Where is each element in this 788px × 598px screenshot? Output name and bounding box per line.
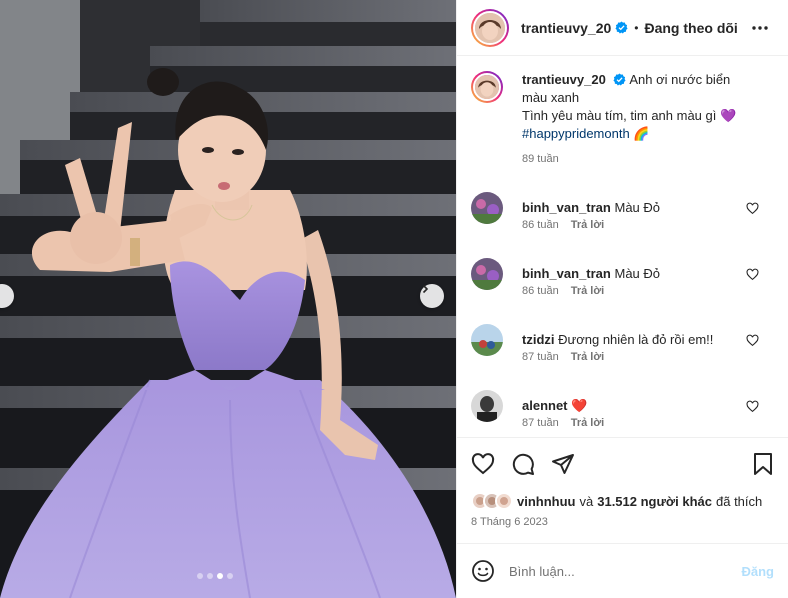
bookmark-icon[interactable] (751, 452, 775, 476)
comment-text: binh_van_tran Màu Đỏ (522, 199, 760, 217)
post-date: 8 Tháng 6 2023 (471, 516, 548, 528)
post-actions: vinhnhuu và 31.512 người khác đã thích 8… (457, 437, 788, 543)
likes-summary[interactable]: vinhnhuu và 31.512 người khác đã thích (471, 492, 762, 510)
reply-button[interactable]: Trả lời (571, 285, 605, 297)
comment-username[interactable]: binh_van_tran (522, 200, 611, 215)
comment-avatar[interactable] (471, 324, 503, 356)
comment-item: tzidzi Đương nhiên là đỏ rồi em!! 87 tuầ… (471, 324, 771, 364)
caption-age: 89 tuần (522, 153, 559, 165)
comment-text: tzidzi Đương nhiên là đỏ rồi em!! (522, 331, 760, 349)
header-separator: • (634, 20, 639, 35)
comment-avatar-image (471, 258, 503, 290)
comment-age: 87 tuần (522, 417, 559, 429)
comment-avatar-image (471, 390, 503, 422)
author-username[interactable]: trantieuvy_20 (521, 20, 611, 36)
reply-button[interactable]: Trả lời (571, 219, 605, 231)
more-icon[interactable] (750, 18, 770, 38)
caption-text: trantieuvy_20 Anh ơi nước biển màu xanh … (522, 71, 747, 143)
carousel-dot (207, 573, 213, 579)
author-avatar-image (475, 12, 505, 43)
liker-username[interactable]: vinhnhuu (517, 494, 576, 509)
comment-avatar-image (471, 324, 503, 356)
comment-meta: 87 tuần Trả lời (522, 351, 604, 363)
comment-content: Đương nhiên là đỏ rồi em!! (558, 332, 714, 347)
carousel-indicator (197, 573, 233, 579)
liker-avatars (471, 492, 513, 510)
likes-suffix: đã thích (716, 493, 763, 509)
caption-username[interactable]: trantieuvy_20 (522, 72, 606, 87)
comment-meta: 87 tuần Trả lời (522, 417, 604, 429)
post-header: trantieuvy_20 • Đang theo dõi (457, 0, 788, 56)
comment-content: Màu Đỏ (614, 266, 661, 281)
caption-avatar-image (475, 75, 499, 99)
heart-icon[interactable] (471, 452, 495, 476)
comment-meta: 86 tuần Trả lời (522, 285, 604, 297)
likes-others-count[interactable]: 31.512 người khác (597, 494, 712, 509)
verified-icon (615, 21, 628, 34)
comments-list[interactable]: trantieuvy_20 Anh ơi nước biển màu xanh … (457, 57, 788, 437)
comment-username[interactable]: tzidzi (522, 332, 555, 347)
comment-item: binh_van_tran Màu Đỏ 86 tuần Trả lời (471, 258, 771, 298)
comment-avatar-image (471, 192, 503, 224)
comment-item: alennet ❤️ 87 tuần Trả lời (471, 390, 771, 430)
comment-like-icon[interactable] (746, 202, 759, 215)
comment-text: binh_van_tran Màu Đỏ (522, 265, 760, 283)
comment-avatar[interactable] (471, 390, 503, 422)
hashtag-link[interactable]: #happypridemonth (522, 126, 630, 141)
rainbow-emoji: 🌈 (633, 126, 650, 141)
comment-avatar[interactable] (471, 258, 503, 290)
comment-icon[interactable] (511, 452, 535, 476)
likes-connector: và (579, 493, 594, 509)
comment-age: 86 tuần (522, 285, 559, 297)
carousel-dot (217, 573, 223, 579)
comment-avatar[interactable] (471, 192, 503, 224)
carousel-dot (197, 573, 203, 579)
comment-age: 87 tuần (522, 351, 559, 363)
comment-composer: Đăng (457, 543, 788, 598)
comment-username[interactable]: binh_van_tran (522, 266, 611, 281)
comment-like-icon[interactable] (746, 334, 759, 347)
comment-text: alennet ❤️ (522, 397, 760, 415)
post-comment-button[interactable]: Đăng (742, 564, 775, 579)
author-avatar[interactable] (471, 8, 509, 47)
comment-like-icon[interactable] (746, 268, 759, 281)
comment-input[interactable] (509, 563, 709, 579)
carousel-dot (227, 573, 233, 579)
comment-like-icon[interactable] (746, 400, 759, 413)
liker-avatar (495, 492, 513, 510)
caption-meta: 89 tuần (522, 153, 559, 165)
comment-username[interactable]: alennet (522, 398, 568, 413)
chevron-right-icon (422, 284, 429, 294)
caption-line-2: Tình yêu màu tím, tim anh màu gì (522, 108, 717, 123)
verified-icon (613, 73, 626, 86)
reply-button[interactable]: Trả lời (571, 417, 605, 429)
photo-illustration (0, 0, 456, 598)
post-side-panel: trantieuvy_20 • Đang theo dõi trantieuvy… (456, 0, 788, 598)
post-photo[interactable] (0, 0, 456, 598)
comment-item: binh_van_tran Màu Đỏ 86 tuần Trả lời (471, 192, 771, 232)
follow-status-button[interactable]: Đang theo dõi (644, 20, 737, 36)
emoji-icon[interactable] (471, 559, 495, 583)
caption-avatar[interactable] (471, 71, 503, 103)
carousel-next-button[interactable] (420, 284, 444, 308)
comment-content: Màu Đỏ (614, 200, 661, 215)
reply-button[interactable]: Trả lời (571, 351, 605, 363)
comment-age: 86 tuần (522, 219, 559, 231)
purple-heart-emoji: 💜 (719, 108, 737, 123)
red-heart-emoji: ❤️ (571, 398, 588, 413)
comment-meta: 86 tuần Trả lời (522, 219, 604, 231)
share-icon[interactable] (551, 452, 575, 476)
